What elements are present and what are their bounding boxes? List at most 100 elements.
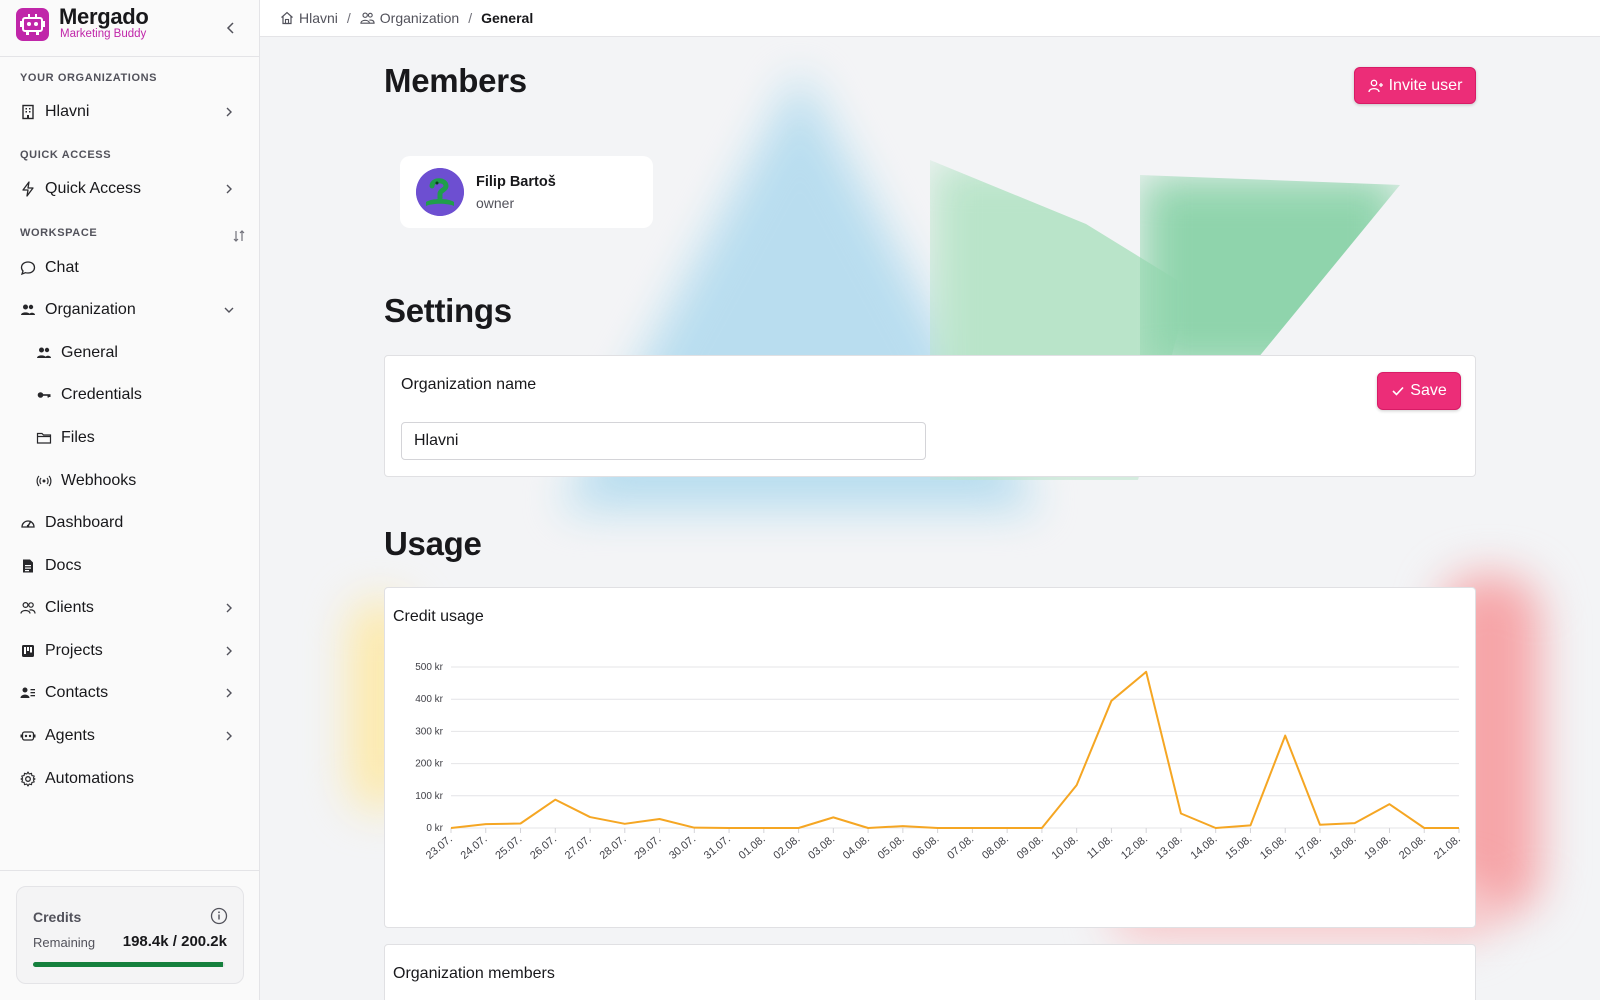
data-point[interactable] bbox=[553, 797, 558, 802]
data-point[interactable] bbox=[1317, 822, 1322, 827]
data-point[interactable] bbox=[1109, 698, 1114, 703]
x-tick-label: 01.08. bbox=[737, 833, 768, 862]
data-point[interactable] bbox=[622, 821, 627, 826]
data-point[interactable] bbox=[796, 826, 801, 831]
sidebar-item-files[interactable]: Files bbox=[32, 421, 248, 455]
data-point[interactable] bbox=[518, 821, 523, 826]
users-icon bbox=[35, 344, 53, 362]
data-point[interactable] bbox=[935, 826, 940, 831]
data-point[interactable] bbox=[483, 822, 488, 827]
data-point[interactable] bbox=[1005, 826, 1010, 831]
mergado-logo-icon[interactable] bbox=[16, 8, 49, 41]
y-tick-label: 0 kr bbox=[426, 823, 443, 834]
credit-usage-panel: Credit usage 0 kr 100 kr 200 kr 300 kr 400 k… bbox=[384, 587, 1476, 928]
sidebar-item-label: Credentials bbox=[61, 386, 142, 403]
data-point[interactable] bbox=[970, 826, 975, 831]
sidebar-item-contacts[interactable]: Contacts bbox=[16, 676, 248, 710]
info-icon[interactable] bbox=[210, 907, 228, 925]
data-point[interactable] bbox=[1283, 733, 1288, 738]
chevron-right-icon bbox=[222, 729, 236, 743]
data-point[interactable] bbox=[692, 825, 697, 830]
x-tick-label: 25.07. bbox=[493, 833, 524, 862]
sidebar-item-credentials[interactable]: Credentials bbox=[32, 378, 248, 412]
chat-bubble-icon bbox=[19, 259, 37, 277]
data-point[interactable] bbox=[1387, 802, 1392, 807]
data-point[interactable] bbox=[1074, 783, 1079, 788]
data-point[interactable] bbox=[866, 826, 871, 831]
sidebar-item-projects[interactable]: Projects bbox=[16, 634, 248, 668]
sidebar-item-automations[interactable]: Automations bbox=[16, 762, 248, 796]
usage-heading: Usage bbox=[384, 525, 482, 562]
data-point[interactable] bbox=[1178, 811, 1183, 816]
data-point[interactable] bbox=[831, 815, 836, 820]
key-icon bbox=[35, 386, 53, 404]
data-point[interactable] bbox=[761, 826, 766, 831]
data-point[interactable] bbox=[900, 824, 905, 829]
save-button[interactable]: Save bbox=[1377, 372, 1461, 410]
brand-subtitle: Marketing Buddy bbox=[60, 28, 147, 40]
credits-card: Credits Remaining 198.4k / 200.2k bbox=[16, 886, 244, 984]
breadcrumb-item-organization[interactable]: Organization bbox=[360, 10, 459, 26]
y-tick-label: 300 kr bbox=[415, 726, 443, 737]
x-tick-label: 12.08. bbox=[1119, 833, 1150, 862]
sidebar-item-quick-access[interactable]: Quick Access bbox=[16, 172, 248, 206]
x-tick-label: 16.08. bbox=[1258, 833, 1289, 862]
sidebar-item-label: Automations bbox=[45, 770, 134, 787]
chevron-right-icon bbox=[222, 105, 236, 119]
data-point[interactable] bbox=[727, 826, 732, 831]
sidebar-item-label: Quick Access bbox=[45, 180, 142, 197]
breadcrumb-label: Hlavni bbox=[299, 10, 338, 26]
users-icon bbox=[19, 301, 37, 319]
member-card[interactable]: Filip Bartoš owner bbox=[400, 156, 653, 228]
breadcrumb-item-home[interactable]: Hlavni bbox=[280, 10, 338, 26]
check-icon bbox=[1392, 386, 1404, 396]
sidebar-item-clients[interactable]: Clients bbox=[16, 591, 248, 625]
x-tick-label: 07.08. bbox=[945, 833, 976, 862]
brand-name: Mergado bbox=[59, 4, 149, 29]
sidebar-item-dashboard[interactable]: Dashboard bbox=[16, 506, 248, 540]
invite-user-button[interactable]: Invite user bbox=[1354, 67, 1476, 104]
chevron-down-icon bbox=[222, 303, 236, 317]
chevron-right-icon bbox=[222, 601, 236, 615]
credits-title: Credits bbox=[33, 909, 82, 925]
organization-name-label: Organization name bbox=[401, 376, 537, 393]
data-point[interactable] bbox=[1213, 826, 1218, 831]
data-point[interactable] bbox=[657, 816, 662, 821]
contact-list-icon bbox=[19, 684, 37, 702]
data-point[interactable] bbox=[1457, 826, 1462, 831]
data-point[interactable] bbox=[1039, 826, 1044, 831]
sidebar-item-organization[interactable]: Organization bbox=[16, 293, 248, 327]
invite-user-label: Invite user bbox=[1388, 76, 1463, 94]
x-tick-label: 09.08. bbox=[1015, 833, 1046, 862]
section-label-workspace: WORKSPACE bbox=[20, 227, 98, 239]
chevron-right-icon bbox=[222, 182, 236, 196]
sidebar-item-webhooks[interactable]: Webhooks bbox=[32, 464, 248, 498]
building-icon bbox=[19, 103, 37, 121]
data-point[interactable] bbox=[588, 815, 593, 820]
data-point[interactable] bbox=[1422, 826, 1427, 831]
data-point[interactable] bbox=[1144, 669, 1149, 674]
folder-icon bbox=[35, 429, 53, 447]
sort-icon[interactable] bbox=[231, 228, 247, 244]
x-tick-label: 19.08. bbox=[1362, 833, 1393, 862]
data-point[interactable] bbox=[1352, 821, 1357, 826]
x-tick-label: 23.07. bbox=[424, 833, 455, 862]
data-point[interactable] bbox=[1248, 823, 1253, 828]
data-point[interactable] bbox=[449, 826, 454, 831]
sidebar-item-label: Organization bbox=[45, 301, 136, 318]
x-tick-label: 30.07. bbox=[667, 833, 698, 862]
sidebar-item-general[interactable]: General bbox=[32, 336, 248, 370]
sidebar-item-chat[interactable]: Chat bbox=[16, 251, 248, 285]
sidebar-item-organization-switch[interactable]: Hlavni bbox=[16, 95, 248, 129]
sidebar-item-docs[interactable]: Docs bbox=[16, 549, 248, 583]
x-tick-label: 15.08. bbox=[1223, 833, 1254, 862]
sidebar-divider bbox=[0, 870, 260, 871]
x-tick-label: 05.08. bbox=[876, 833, 907, 862]
sidebar-item-label: Hlavni bbox=[45, 103, 90, 120]
sidebar-item-agents[interactable]: Agents bbox=[16, 719, 248, 753]
collapse-sidebar-icon[interactable] bbox=[222, 19, 240, 37]
save-label: Save bbox=[1410, 382, 1447, 399]
x-tick-label: 24.07. bbox=[459, 833, 490, 862]
sidebar: Mergado Marketing Buddy YOUR ORGANIZATIO… bbox=[0, 0, 260, 1000]
organization-name-input[interactable] bbox=[401, 422, 926, 460]
